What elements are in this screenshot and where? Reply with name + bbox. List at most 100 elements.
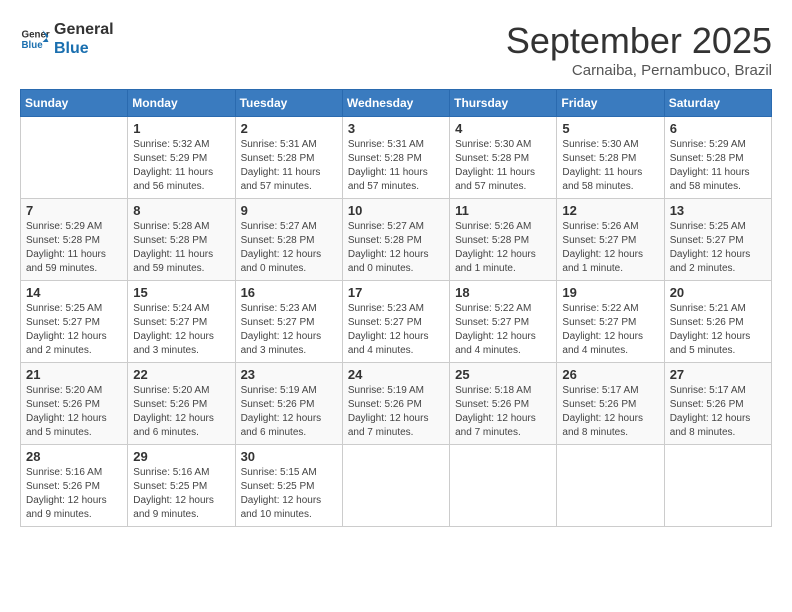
day-info: Sunrise: 5:30 AMSunset: 5:28 PMDaylight:… [562,138,658,194]
day-info: Sunrise: 5:28 AMSunset: 5:28 PMDaylight:… [133,220,229,276]
day-info: Sunrise: 5:19 AMSunset: 5:26 PMDaylight:… [241,384,337,440]
day-info: Sunrise: 5:15 AMSunset: 5:25 PMDaylight:… [241,466,337,522]
header-saturday: Saturday [664,90,771,117]
calendar-cell: 23Sunrise: 5:19 AMSunset: 5:26 PMDayligh… [235,363,342,445]
logo: General Blue General Blue [20,20,114,58]
calendar-cell: 14Sunrise: 5:25 AMSunset: 5:27 PMDayligh… [21,281,128,363]
day-number: 5 [562,121,658,136]
calendar-cell: 19 Sunrise: 5:22 AMSunset: 5:27 PMDayligh… [557,281,664,363]
day-number: 13 [670,203,766,218]
header-thursday: Thursday [450,90,557,117]
day-number: 7 [26,203,122,218]
day-info: Sunrise: 5:22 AMSunset: 5:27 PMDaylight:… [562,302,658,358]
day-number: 12 [562,203,658,218]
week-row-3: 14Sunrise: 5:25 AMSunset: 5:27 PMDayligh… [21,281,772,363]
day-info: Sunrise: 5:29 AMSunset: 5:28 PMDaylight:… [670,138,766,194]
calendar-cell: 29Sunrise: 5:16 AMSunset: 5:25 PMDayligh… [128,445,235,527]
week-row-2: 7 Sunrise: 5:29 AMSunset: 5:28 PMDaylight… [21,199,772,281]
calendar-cell: 15 Sunrise: 5:24 AMSunset: 5:27 PMDayligh… [128,281,235,363]
day-number: 6 [670,121,766,136]
calendar-body: 1Sunrise: 5:32 AMSunset: 5:29 PMDaylight… [21,117,772,527]
day-number: 8 [133,203,229,218]
day-info: Sunrise: 5:17 AMSunset: 5:26 PMDaylight:… [562,384,658,440]
day-number: 28 [26,449,122,464]
calendar-cell: 12Sunrise: 5:26 AMSunset: 5:27 PMDayligh… [557,199,664,281]
day-number: 19 [562,285,658,300]
calendar-header: SundayMondayTuesdayWednesdayThursdayFrid… [21,90,772,117]
day-number: 18 [455,285,551,300]
week-row-1: 1Sunrise: 5:32 AMSunset: 5:29 PMDaylight… [21,117,772,199]
day-info: Sunrise: 5:31 AMSunset: 5:28 PMDaylight:… [241,138,337,194]
calendar-cell [342,445,449,527]
day-number: 10 [348,203,444,218]
day-number: 30 [241,449,337,464]
calendar-cell: 8 Sunrise: 5:28 AMSunset: 5:28 PMDaylight… [128,199,235,281]
day-info: Sunrise: 5:23 AMSunset: 5:27 PMDaylight:… [348,302,444,358]
header-row: SundayMondayTuesdayWednesdayThursdayFrid… [21,90,772,117]
calendar-cell: 10 Sunrise: 5:27 AMSunset: 5:28 PMDayligh… [342,199,449,281]
day-number: 14 [26,285,122,300]
calendar-cell [664,445,771,527]
location: Carnaiba, Pernambuco, Brazil [506,62,772,79]
day-number: 15 [133,285,229,300]
day-number: 27 [670,367,766,382]
day-info: Sunrise: 5:25 AMSunset: 5:27 PMDaylight:… [670,220,766,276]
day-info: Sunrise: 5:31 AMSunset: 5:28 PMDaylight:… [348,138,444,194]
day-info: Sunrise: 5:27 AMSunset: 5:28 PMDaylight:… [241,220,337,276]
day-info: Sunrise: 5:32 AMSunset: 5:29 PMDaylight:… [133,138,229,194]
day-number: 2 [241,121,337,136]
day-number: 17 [348,285,444,300]
day-info: Sunrise: 5:27 AMSunset: 5:28 PMDaylight:… [348,220,444,276]
day-info: Sunrise: 5:16 AMSunset: 5:25 PMDaylight:… [133,466,229,522]
header-friday: Friday [557,90,664,117]
day-number: 11 [455,203,551,218]
calendar-cell [21,117,128,199]
day-number: 16 [241,285,337,300]
calendar-cell: 18Sunrise: 5:22 AMSunset: 5:27 PMDayligh… [450,281,557,363]
calendar-cell: 22 Sunrise: 5:20 AMSunset: 5:26 PMDayligh… [128,363,235,445]
day-number: 4 [455,121,551,136]
day-info: Sunrise: 5:26 AMSunset: 5:28 PMDaylight:… [455,220,551,276]
day-number: 21 [26,367,122,382]
day-number: 24 [348,367,444,382]
calendar-cell: 4 Sunrise: 5:30 AMSunset: 5:28 PMDaylight… [450,117,557,199]
calendar-cell [557,445,664,527]
calendar-cell: 25Sunrise: 5:18 AMSunset: 5:26 PMDayligh… [450,363,557,445]
header-wednesday: Wednesday [342,90,449,117]
calendar-cell: 17 Sunrise: 5:23 AMSunset: 5:27 PMDayligh… [342,281,449,363]
calendar-cell: 9Sunrise: 5:27 AMSunset: 5:28 PMDaylight… [235,199,342,281]
day-info: Sunrise: 5:17 AMSunset: 5:26 PMDaylight:… [670,384,766,440]
day-info: Sunrise: 5:20 AMSunset: 5:26 PMDaylight:… [133,384,229,440]
day-info: Sunrise: 5:18 AMSunset: 5:26 PMDaylight:… [455,384,551,440]
logo-general: General [54,20,114,39]
calendar-cell: 21Sunrise: 5:20 AMSunset: 5:26 PMDayligh… [21,363,128,445]
calendar-cell: 13 Sunrise: 5:25 AMSunset: 5:27 PMDayligh… [664,199,771,281]
day-number: 20 [670,285,766,300]
calendar-cell: 24 Sunrise: 5:19 AMSunset: 5:26 PMDayligh… [342,363,449,445]
week-row-4: 21 Sunrise: 5:20 AMSunset: 5:26 PMDayligh… [21,363,772,445]
title-block: September 2025 Carnaiba, Pernambuco, Bra… [506,20,772,79]
day-info: Sunrise: 5:29 AMSunset: 5:28 PMDaylight:… [26,220,122,276]
day-number: 3 [348,121,444,136]
calendar-cell: 26 Sunrise: 5:17 AMSunset: 5:26 PMDayligh… [557,363,664,445]
day-number: 22 [133,367,229,382]
calendar-cell: 7 Sunrise: 5:29 AMSunset: 5:28 PMDaylight… [21,199,128,281]
day-info: Sunrise: 5:24 AMSunset: 5:27 PMDaylight:… [133,302,229,358]
header-monday: Monday [128,90,235,117]
calendar-cell: 3 Sunrise: 5:31 AMSunset: 5:28 PMDaylight… [342,117,449,199]
day-info: Sunrise: 5:23 AMSunset: 5:27 PMDaylight:… [241,302,337,358]
page-header: General Blue General Blue September 2025… [20,20,772,79]
day-info: Sunrise: 5:19 AMSunset: 5:26 PMDaylight:… [348,384,444,440]
day-info: Sunrise: 5:30 AMSunset: 5:28 PMDaylight:… [455,138,551,194]
header-sunday: Sunday [21,90,128,117]
calendar-cell: 27 Sunrise: 5:17 AMSunset: 5:26 PMDayligh… [664,363,771,445]
week-row-5: 28 Sunrise: 5:16 AMSunset: 5:26 PMDayligh… [21,445,772,527]
calendar-cell [450,445,557,527]
calendar-cell: 20Sunrise: 5:21 AMSunset: 5:26 PMDayligh… [664,281,771,363]
calendar-table: SundayMondayTuesdayWednesdayThursdayFrid… [20,89,772,527]
calendar-cell: 11 Sunrise: 5:26 AMSunset: 5:28 PMDayligh… [450,199,557,281]
header-tuesday: Tuesday [235,90,342,117]
day-info: Sunrise: 5:16 AMSunset: 5:26 PMDaylight:… [26,466,122,522]
day-number: 26 [562,367,658,382]
calendar-cell: 28 Sunrise: 5:16 AMSunset: 5:26 PMDayligh… [21,445,128,527]
